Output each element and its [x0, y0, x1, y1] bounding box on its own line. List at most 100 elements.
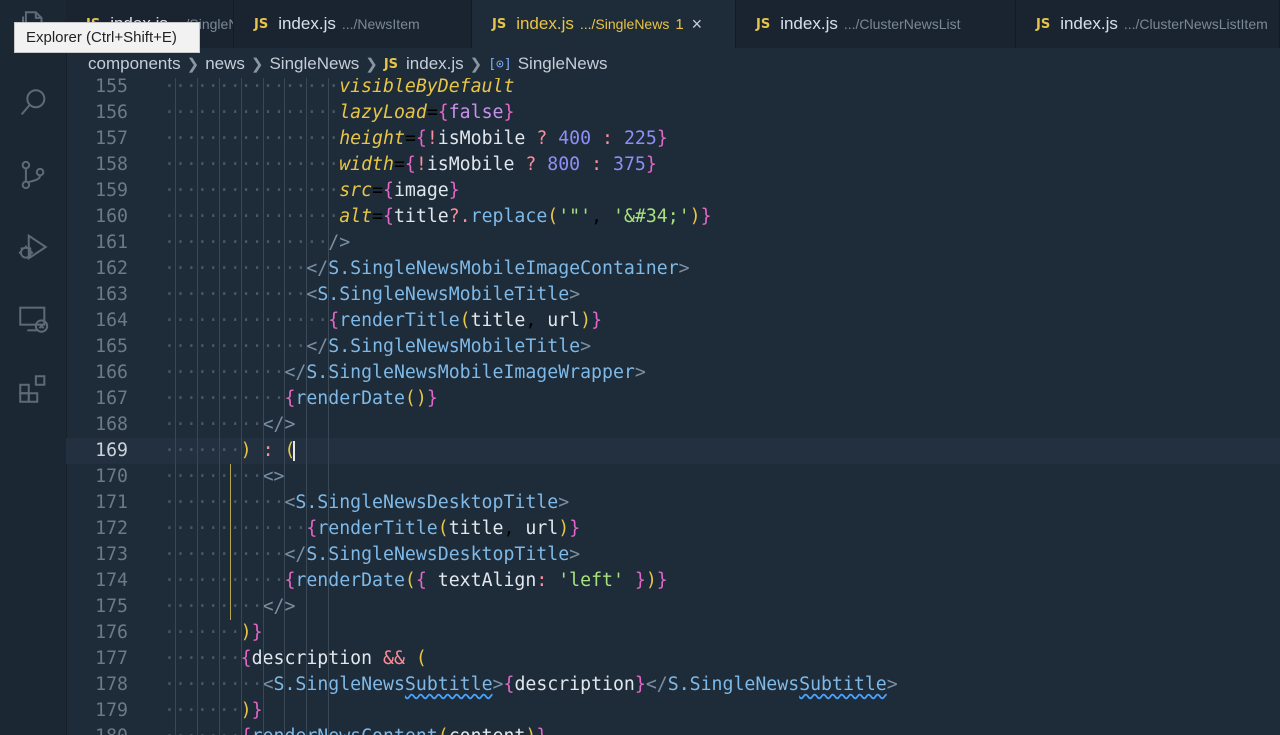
- code-text: ···········{renderDate({ textAlign: 'lef…: [164, 570, 668, 591]
- code-text: ················src={image}: [164, 180, 460, 201]
- line-number: 170: [95, 466, 128, 487]
- line-number: 166: [95, 362, 128, 383]
- tab-clusternewslistitem-4[interactable]: JS index.js .../ClusterNewsListItem: [1016, 0, 1280, 48]
- code-text: ···········</S.SingleNewsDesktopTitle>: [164, 544, 581, 565]
- code-line[interactable]: 175 ·········</>: [66, 594, 1280, 620]
- tab-newsitem-1[interactable]: JS index.js .../NewsItem: [234, 0, 472, 48]
- breadcrumb-item-singlenews[interactable]: SingleNews: [269, 54, 359, 74]
- breadcrumb: components ❯ news ❯ SingleNews ❯ JS inde…: [88, 52, 607, 76]
- js-file-icon: JS: [1036, 16, 1051, 32]
- chevron-right-icon: ❯: [250, 56, 264, 73]
- js-file-icon: JS: [383, 56, 399, 72]
- code-line[interactable]: 159 ················src={image}: [66, 178, 1280, 204]
- code-text: ·············{renderTitle(title, url)}: [164, 518, 581, 539]
- code-text: ·········<S.SingleNewsSubtitle>{descript…: [164, 674, 898, 695]
- code-text: ·······) : (: [164, 440, 296, 461]
- breadcrumb-item-symbol[interactable]: SingleNews: [518, 54, 608, 74]
- tab-singlenews-2[interactable]: JS index.js .../SingleNews 1 ×: [472, 0, 736, 48]
- tab-filename: index.js: [1060, 14, 1118, 33]
- code-line[interactable]: 162 ·············</S.SingleNewsMobileImag…: [66, 256, 1280, 282]
- explorer-tooltip: Explorer (Ctrl+Shift+E): [14, 22, 200, 53]
- indent-guide: [196, 78, 198, 735]
- code-line[interactable]: 158 ················width={!isMobile ? 80…: [66, 152, 1280, 178]
- code-text: ·······{renderNewsContent(content)}: [164, 724, 547, 735]
- line-number: 180: [66, 724, 128, 735]
- run-debug-icon[interactable]: [14, 228, 52, 266]
- breadcrumb-item-components[interactable]: components: [88, 54, 181, 74]
- code-line[interactable]: 156 ················lazyLoad={false}: [66, 100, 1280, 126]
- code-line[interactable]: 169 ·······) : (: [66, 438, 1280, 464]
- tab-filename: index.js: [516, 14, 574, 33]
- indent-guide: [306, 78, 308, 735]
- code-text: ················visibleByDefault: [164, 78, 515, 97]
- line-number: 158: [95, 154, 128, 175]
- source-control-icon[interactable]: [14, 156, 52, 194]
- code-line[interactable]: 177 ·······{description && (: [66, 646, 1280, 672]
- code-line[interactable]: 168 ·········</>: [66, 412, 1280, 438]
- active-indent-guide: [229, 464, 231, 620]
- line-number: 169: [95, 440, 128, 461]
- line-number: 161: [95, 232, 128, 253]
- indent-guide: [174, 78, 176, 735]
- remote-explorer-icon[interactable]: [14, 300, 52, 338]
- code-line[interactable]: 173 ···········</S.SingleNewsDesktopTitle…: [66, 542, 1280, 568]
- tab-filename: index.js: [278, 14, 336, 33]
- code-line[interactable]: 161 ···············/>: [66, 230, 1280, 256]
- code-line[interactable]: 171 ···········<S.SingleNewsDesktopTitle>: [66, 490, 1280, 516]
- code-line[interactable]: 176 ·······)}: [66, 620, 1280, 646]
- tab-path: .../NewsItem: [341, 16, 420, 32]
- code-line[interactable]: 179 ·······)}: [66, 698, 1280, 724]
- indent-guide: [218, 78, 220, 735]
- js-file-icon: JS: [756, 16, 771, 32]
- code-text: ················width={!isMobile ? 800 :…: [164, 154, 657, 175]
- code-line[interactable]: 155 ················visibleByDefault: [66, 78, 1280, 100]
- code-text: ···············/>: [164, 232, 351, 253]
- code-line[interactable]: 165 ·············</S.SingleNewsMobileTitl…: [66, 334, 1280, 360]
- extensions-icon[interactable]: [14, 370, 52, 408]
- breadcrumb-item-file[interactable]: index.js: [406, 54, 464, 74]
- code-text: ···········</S.SingleNewsMobileImageWrap…: [164, 362, 646, 383]
- code-text: ················alt={title?.replace('"',…: [164, 206, 712, 227]
- code-line[interactable]: 174 ···········{renderDate({ textAlign: '…: [66, 568, 1280, 594]
- code-text: ·······)}: [164, 622, 263, 643]
- code-text: ·······)}: [164, 700, 263, 721]
- code-editor[interactable]: 155 ················visibleByDefault 156 ··…: [66, 78, 1280, 735]
- code-line[interactable]: 170 ·········<>: [66, 464, 1280, 490]
- close-icon[interactable]: ×: [692, 14, 703, 35]
- code-line[interactable]: 178 ·········<S.SingleNewsSubtitle>{descr…: [66, 672, 1280, 698]
- line-number: 177: [95, 648, 128, 669]
- text-cursor: [293, 441, 296, 461]
- code-line[interactable]: 164 ···············{renderTitle(title, ur…: [66, 308, 1280, 334]
- chevron-right-icon: ❯: [365, 56, 378, 73]
- indent-guide: [328, 78, 330, 735]
- code-text: ·········</>: [164, 414, 296, 435]
- code-text: ·······{description && (: [164, 648, 427, 669]
- indent-guide: [240, 78, 242, 735]
- code-line[interactable]: 160 ················alt={title?.replace('…: [66, 204, 1280, 230]
- code-line[interactable]: 166 ···········</S.SingleNewsMobileImageW…: [66, 360, 1280, 386]
- breadcrumb-item-news[interactable]: news: [205, 54, 245, 74]
- tab-clusternewslist-3[interactable]: JS index.js .../ClusterNewsList: [736, 0, 1016, 48]
- code-text: ················lazyLoad={false}: [164, 102, 515, 123]
- line-number: 171: [95, 492, 128, 513]
- editor-tab-bar: JS index.js .../SingleNews 1 JS index.js .../N…: [66, 0, 1280, 48]
- search-icon[interactable]: [14, 84, 52, 122]
- indent-guide: [262, 78, 264, 735]
- line-number: 160: [95, 206, 128, 227]
- line-number: 178: [95, 674, 128, 695]
- activity-bar: [0, 0, 67, 735]
- code-line[interactable]: 163 ·············<S.SingleNewsMobileTitle…: [66, 282, 1280, 308]
- code-line[interactable]: 180 ·······{renderNewsContent(content)}: [66, 724, 1280, 735]
- symbol-icon: [⊙]: [488, 56, 512, 72]
- code-line[interactable]: 157 ················height={!isMobile ? 4…: [66, 126, 1280, 152]
- code-line[interactable]: 167 ···········{renderDate()}: [66, 386, 1280, 412]
- code-text: ·············</S.SingleNewsMobileTitle>: [164, 336, 592, 357]
- line-number: 172: [95, 518, 128, 539]
- line-number: 167: [95, 388, 128, 409]
- code-line[interactable]: 172 ·············{renderTitle(title, url)…: [66, 516, 1280, 542]
- tab-path: .../ClusterNewsListItem: [1123, 16, 1268, 32]
- chevron-right-icon: ❯: [186, 56, 200, 73]
- problem-count-badge: 1: [675, 15, 684, 33]
- chevron-right-icon: ❯: [469, 56, 483, 73]
- line-number: 163: [95, 284, 128, 305]
